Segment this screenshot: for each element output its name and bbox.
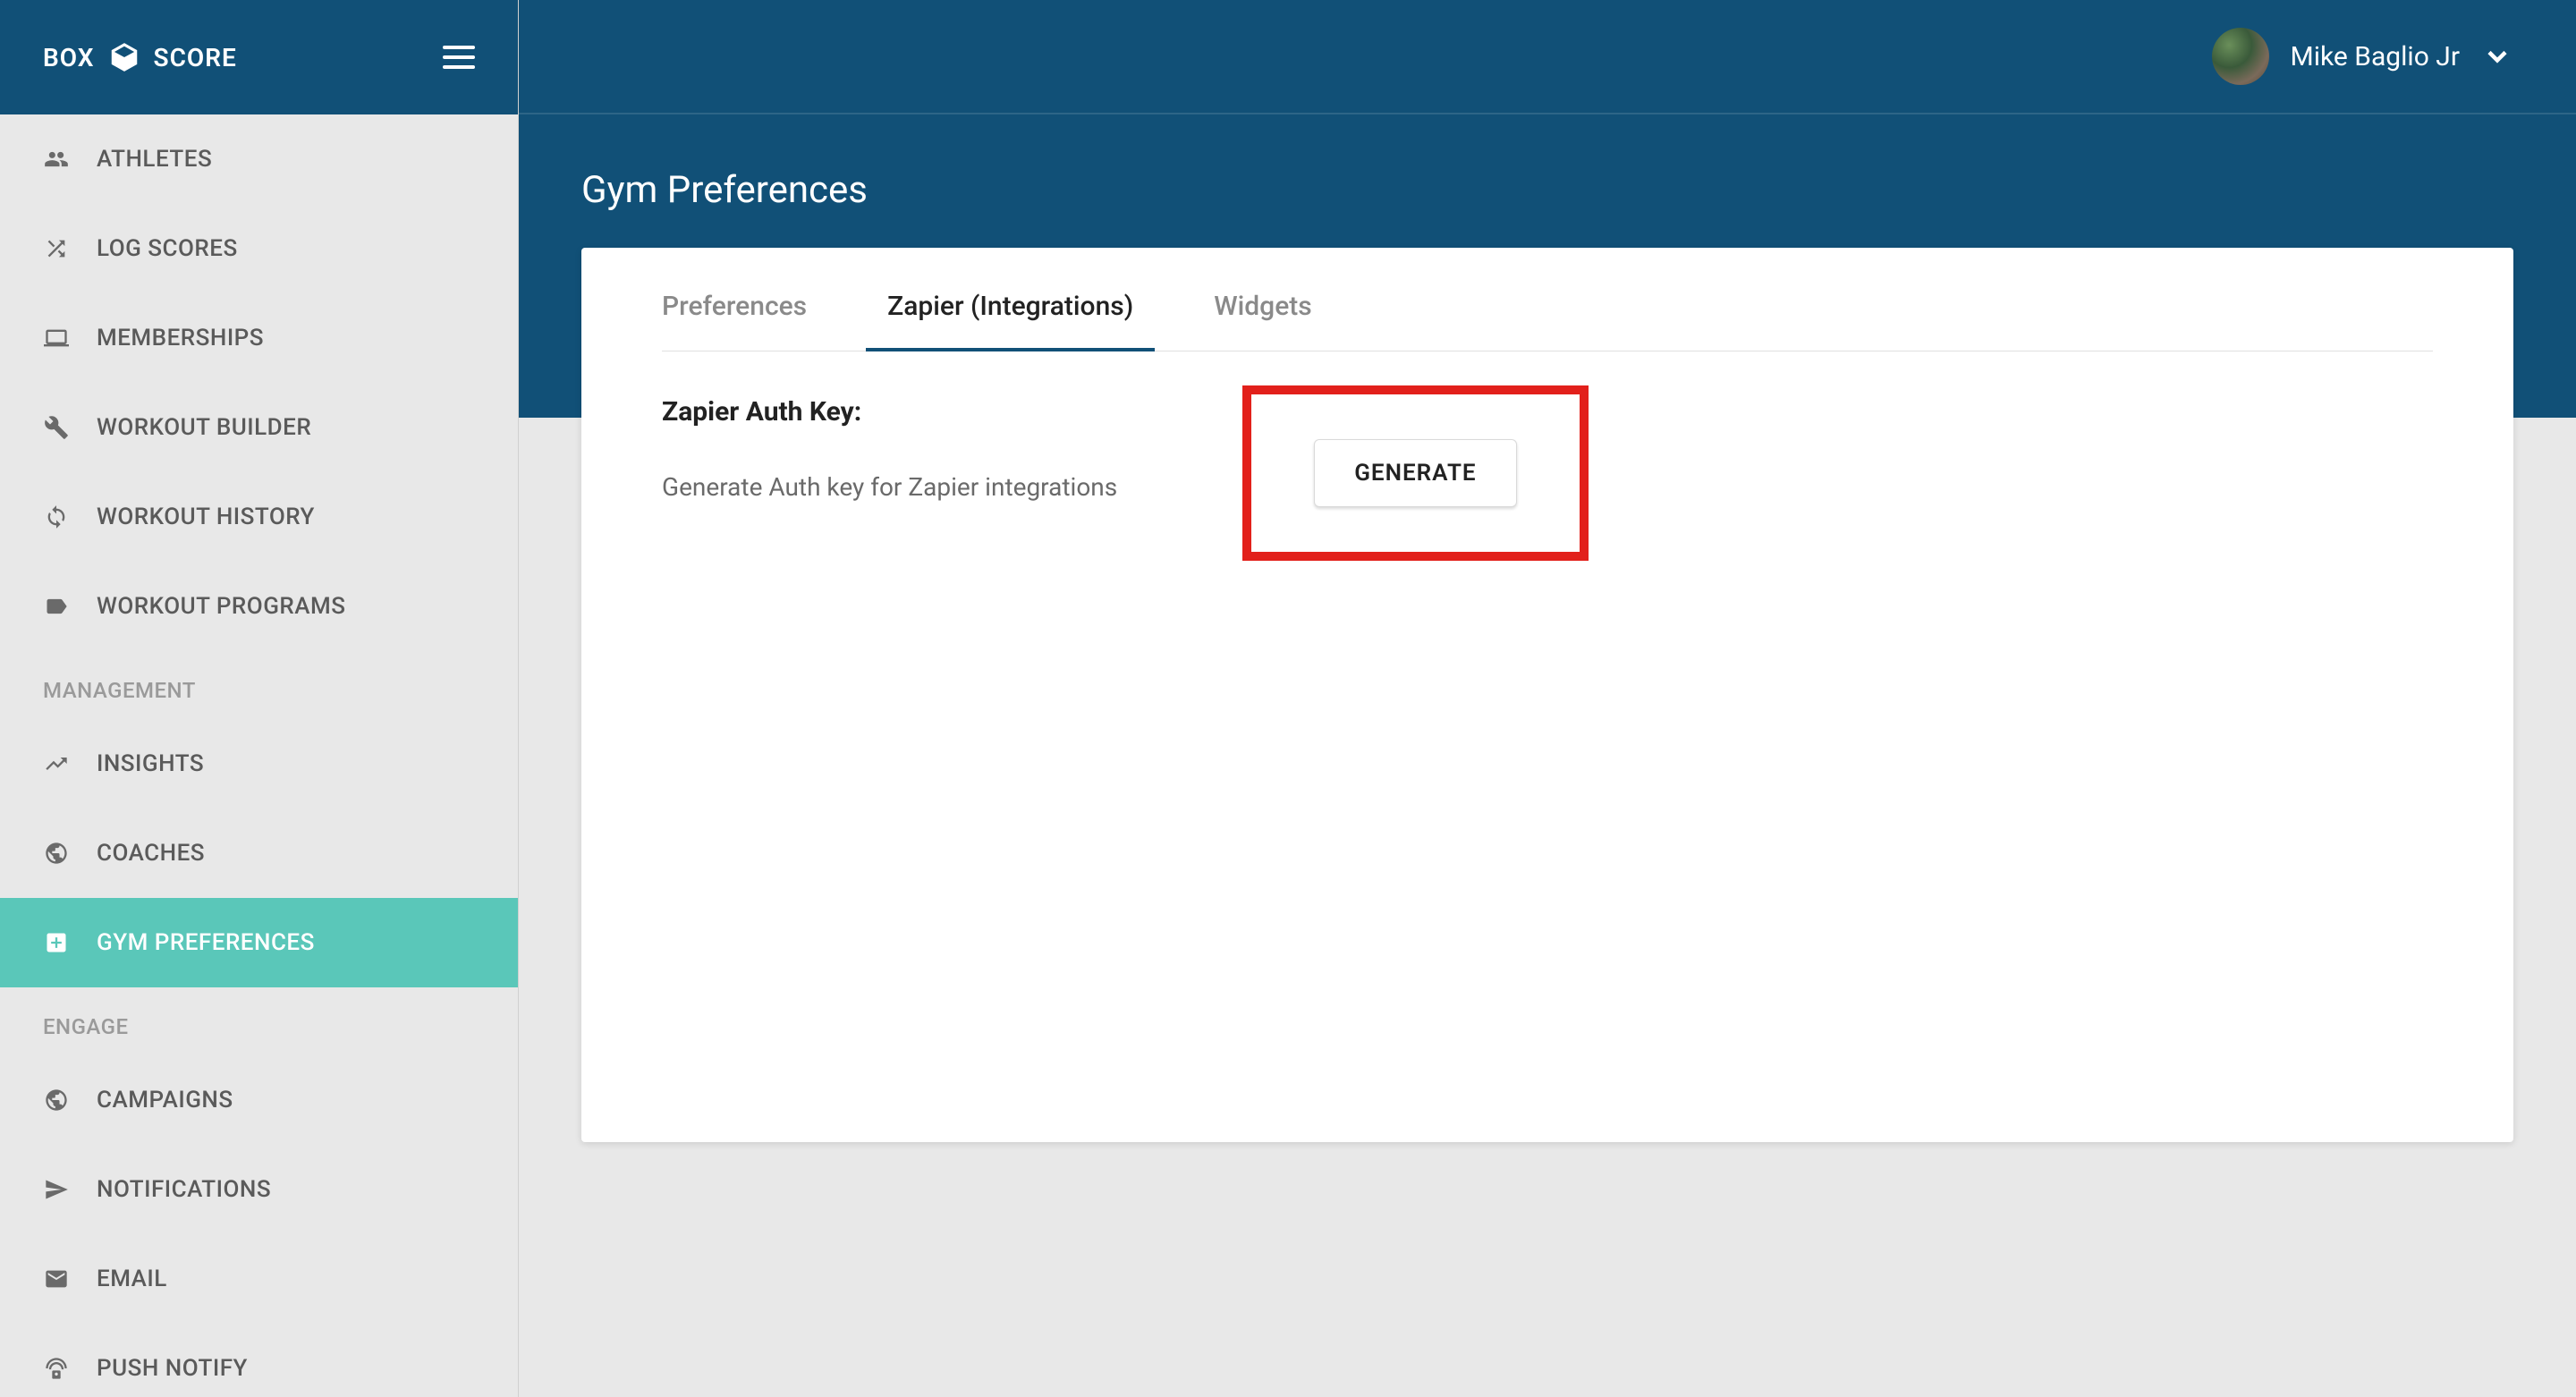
- topbar: Mike Baglio Jr: [519, 0, 2576, 114]
- sidebar-item-memberships[interactable]: MEMBERSHIPS: [0, 293, 518, 383]
- brand-box: BOX: [43, 43, 95, 72]
- sidebar-item-label: COACHES: [97, 840, 205, 867]
- nav-section-management: MANAGEMENT: [0, 651, 518, 719]
- sidebar-item-push-notify[interactable]: PUSH NOTIFY: [0, 1324, 518, 1397]
- nav-list: ATHLETES LOG SCORES MEMBERSHIPS WORKOUT …: [0, 114, 518, 1397]
- sidebar-item-insights[interactable]: INSIGHTS: [0, 719, 518, 809]
- sidebar: BOX SCORE ATHLETES LOG SCOR: [0, 0, 519, 1397]
- trending-icon: [43, 750, 70, 777]
- generate-button[interactable]: GENERATE: [1314, 439, 1516, 507]
- people-icon: [43, 146, 70, 173]
- sidebar-item-label: EMAIL: [97, 1266, 167, 1292]
- main-content: Mike Baglio Jr Gym Preferences Preferenc…: [519, 0, 2576, 1397]
- chevron-down-icon[interactable]: [2481, 40, 2513, 72]
- laptop-icon: [43, 325, 70, 351]
- sidebar-item-coaches[interactable]: COACHES: [0, 809, 518, 898]
- tab-content-zapier: Zapier Auth Key: Generate Auth key for Z…: [662, 351, 2433, 561]
- globe-icon: [43, 1087, 70, 1113]
- sidebar-header: BOX SCORE: [0, 0, 518, 114]
- wrench-icon: [43, 414, 70, 441]
- sidebar-item-label: LOG SCORES: [97, 235, 238, 262]
- cube-icon: [107, 40, 141, 74]
- tabs: Preferences Zapier (Integrations) Widget…: [662, 291, 2433, 351]
- sidebar-item-workout-history[interactable]: WORKOUT HISTORY: [0, 472, 518, 562]
- zapier-auth-desc: Generate Auth key for Zapier integration…: [662, 472, 1117, 502]
- sidebar-item-label: MEMBERSHIPS: [97, 325, 264, 351]
- sidebar-item-label: CAMPAIGNS: [97, 1087, 233, 1113]
- nav-section-engage: ENGAGE: [0, 987, 518, 1055]
- brand-logo[interactable]: BOX SCORE: [43, 40, 237, 74]
- username: Mike Baglio Jr: [2291, 41, 2460, 72]
- zapier-auth-title: Zapier Auth Key:: [662, 396, 1117, 428]
- tag-icon: [43, 593, 70, 620]
- shuffle-icon: [43, 235, 70, 262]
- sidebar-item-label: WORKOUT BUILDER: [97, 414, 311, 441]
- content-wrap: Preferences Zapier (Integrations) Widget…: [519, 248, 2576, 1178]
- sidebar-item-notifications[interactable]: NOTIFICATIONS: [0, 1145, 518, 1234]
- sidebar-item-label: ATHLETES: [97, 146, 212, 173]
- sidebar-item-label: WORKOUT HISTORY: [97, 504, 315, 530]
- refresh-icon: [43, 504, 70, 530]
- content-card: Preferences Zapier (Integrations) Widget…: [581, 248, 2513, 1142]
- remote-icon: [43, 1355, 70, 1382]
- sidebar-item-campaigns[interactable]: CAMPAIGNS: [0, 1055, 518, 1145]
- tab-preferences[interactable]: Preferences: [662, 291, 807, 351]
- sidebar-item-label: GYM PREFERENCES: [97, 929, 315, 956]
- sidebar-item-workout-programs[interactable]: WORKOUT PROGRAMS: [0, 562, 518, 651]
- page-title: Gym Preferences: [581, 168, 2513, 212]
- plus-box-icon: [43, 929, 70, 956]
- brand-score: SCORE: [154, 43, 237, 72]
- send-icon: [43, 1176, 70, 1203]
- sidebar-item-label: NOTIFICATIONS: [97, 1176, 271, 1203]
- sidebar-item-email[interactable]: EMAIL: [0, 1234, 518, 1324]
- sidebar-item-log-scores[interactable]: LOG SCORES: [0, 204, 518, 293]
- sidebar-item-label: WORKOUT PROGRAMS: [97, 593, 346, 620]
- sidebar-item-label: INSIGHTS: [97, 750, 204, 777]
- tab-zapier[interactable]: Zapier (Integrations): [887, 291, 1133, 351]
- globe-icon: [43, 840, 70, 867]
- highlight-annotation: GENERATE: [1242, 385, 1588, 561]
- sidebar-item-gym-preferences[interactable]: GYM PREFERENCES: [0, 898, 518, 987]
- tab-widgets[interactable]: Widgets: [1214, 291, 1311, 351]
- sidebar-item-athletes[interactable]: ATHLETES: [0, 114, 518, 204]
- menu-icon[interactable]: [443, 46, 475, 69]
- sidebar-item-workout-builder[interactable]: WORKOUT BUILDER: [0, 383, 518, 472]
- sidebar-item-label: PUSH NOTIFY: [97, 1355, 248, 1382]
- avatar[interactable]: [2212, 28, 2269, 85]
- mail-icon: [43, 1266, 70, 1292]
